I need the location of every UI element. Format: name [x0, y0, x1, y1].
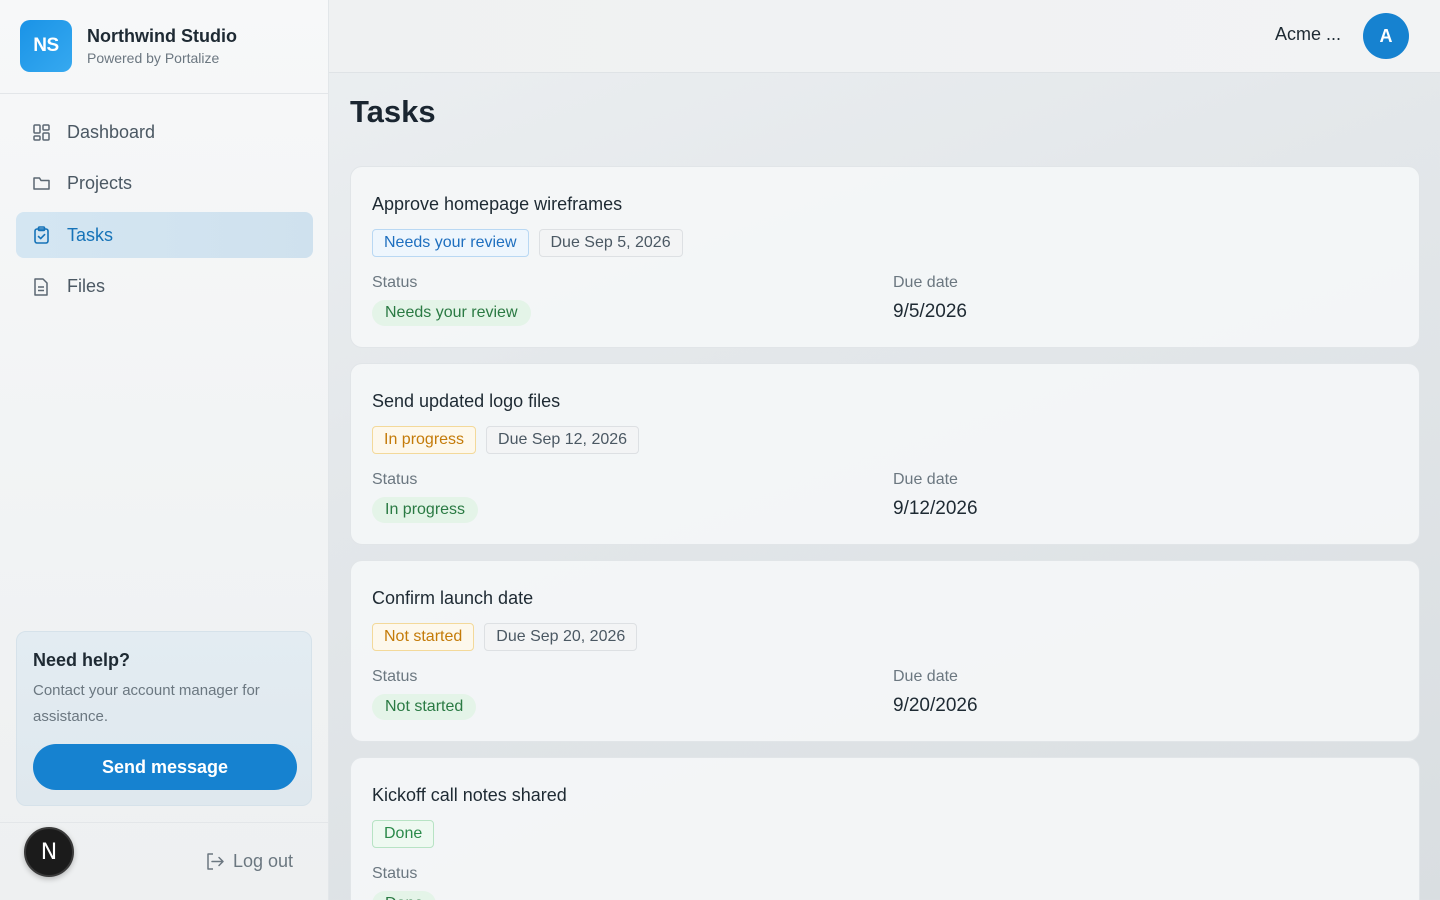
sidebar-item-label: Projects — [67, 173, 133, 193]
status-pill: In progress — [372, 497, 479, 523]
send-message-button[interactable]: Send message — [33, 744, 297, 790]
status-pill: Not started — [372, 694, 477, 720]
sidebar-nav: Dashboard Projects Tasks Files — [16, 109, 313, 315]
sidebar-item-files[interactable]: Files — [16, 264, 313, 310]
logout-label: Log out — [233, 850, 294, 871]
status-label: Status — [372, 668, 418, 685]
dev-badge[interactable]: N — [24, 827, 74, 877]
help-card: Need help? Contact your account manager … — [16, 631, 312, 806]
status-label: Status — [372, 865, 418, 882]
due-badge: Due Sep 20, 2026 — [484, 623, 638, 651]
sidebar-item-label: Tasks — [67, 224, 114, 245]
page-title: Tasks — [350, 94, 436, 129]
task-card[interactable]: Confirm launch date Not started Due Sep … — [350, 560, 1420, 742]
brand-name: Northwind Studio — [87, 25, 237, 46]
help-title: Need help? — [33, 650, 131, 670]
due-badge: Due Sep 12, 2026 — [486, 426, 640, 454]
brand[interactable]: NS Northwind Studio Powered by Portalize — [20, 20, 237, 72]
task-title: Send updated logo files — [372, 391, 561, 411]
sidebar-item-tasks[interactable]: Tasks — [16, 212, 313, 258]
task-title: Confirm launch date — [372, 588, 534, 608]
file-icon — [32, 277, 50, 296]
brand-subtitle: Powered by Portalize — [87, 49, 220, 66]
due-badge: Due Sep 5, 2026 — [538, 229, 683, 257]
sidebar-item-label: Dashboard — [67, 121, 156, 142]
grid-icon — [32, 123, 50, 141]
task-card[interactable]: Send updated logo files In progress Due … — [350, 363, 1420, 545]
status-badge: Needs your review — [372, 229, 529, 257]
due-date-label: Due date — [893, 668, 958, 685]
task-card[interactable]: Approve homepage wireframes Needs your r… — [350, 166, 1420, 348]
status-pill: Needs your review — [372, 300, 531, 326]
logout-button[interactable]: Log out — [206, 848, 293, 874]
status-label: Status — [372, 274, 418, 291]
help-text: Contact your account manager for assista… — [33, 682, 260, 725]
task-card[interactable]: Kickoff call notes shared Done Status Do… — [350, 757, 1420, 900]
logout-icon — [207, 852, 224, 870]
status-pill: Done — [372, 891, 437, 900]
task-title: Approve homepage wireframes — [372, 194, 623, 214]
sidebar-item-projects[interactable]: Projects — [16, 161, 313, 207]
divider — [0, 93, 329, 94]
status-label: Status — [372, 471, 418, 488]
due-date-value: 9/20/2026 — [893, 695, 978, 716]
due-date-value: 9/12/2026 — [893, 498, 978, 519]
topbar: Acme ... A — [329, 0, 1440, 73]
account-name[interactable]: Acme ... — [1275, 24, 1341, 45]
sidebar-item-label: Files — [67, 276, 106, 296]
due-date-value: 9/5/2026 — [893, 301, 967, 322]
divider — [0, 822, 329, 823]
status-badge: Not started — [372, 623, 475, 651]
due-date-label: Due date — [893, 274, 958, 291]
folder-icon — [32, 175, 50, 193]
sidebar-item-dashboard[interactable]: Dashboard — [16, 109, 313, 155]
status-badge: In progress — [372, 426, 477, 454]
avatar[interactable]: A — [1363, 13, 1409, 59]
clipboard-check-icon — [32, 226, 50, 244]
sidebar: NS Northwind Studio Powered by Portalize… — [0, 0, 329, 900]
due-date-label: Due date — [893, 471, 958, 488]
brand-logo: NS — [20, 20, 72, 72]
task-title: Kickoff call notes shared — [372, 785, 567, 805]
status-badge: Done — [372, 820, 435, 848]
